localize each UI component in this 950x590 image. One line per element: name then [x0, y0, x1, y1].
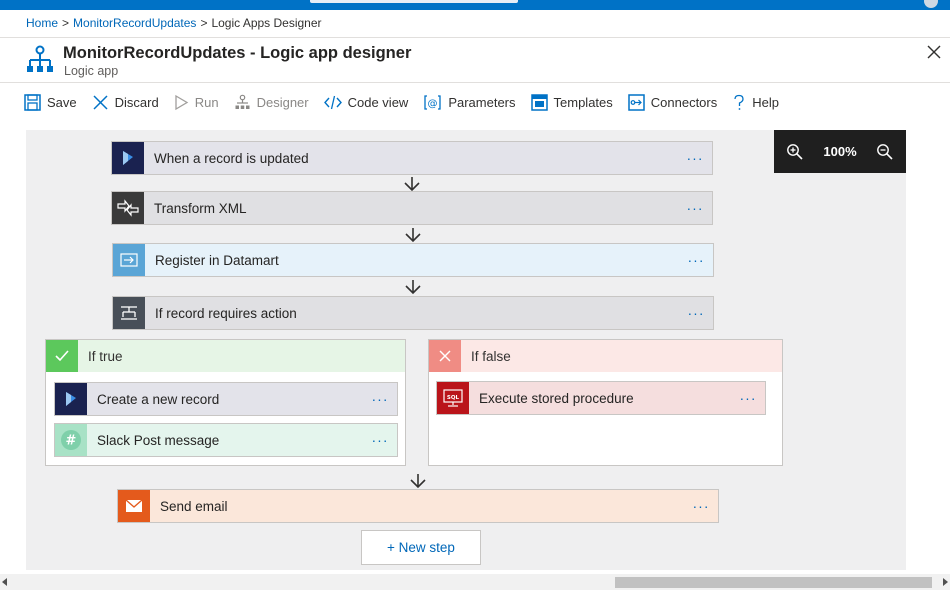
account-avatar[interactable] — [924, 0, 938, 8]
step-label: Create a new record — [97, 391, 220, 407]
save-label: Save — [47, 94, 77, 110]
parameters-label: Parameters — [448, 94, 516, 110]
zoom-in-icon[interactable] — [786, 143, 804, 161]
false-branch-label: If false — [471, 348, 511, 364]
zoom-control: 100% — [774, 130, 906, 173]
slack-icon: # — [55, 424, 87, 456]
templates-label: Templates — [553, 94, 613, 110]
help-button[interactable]: Help — [732, 94, 779, 111]
false-branch-header[interactable]: If false — [429, 340, 782, 372]
transform-icon — [112, 192, 144, 224]
step-label: Register in Datamart — [155, 252, 279, 268]
email-icon — [118, 490, 150, 522]
discard-icon — [93, 94, 108, 110]
zoom-level: 100% — [823, 144, 857, 159]
step-label: When a record is updated — [154, 150, 309, 166]
divider — [0, 82, 950, 83]
page-subtitle: Logic app — [64, 64, 119, 78]
true-branch-label: If true — [88, 348, 123, 364]
connectors-button[interactable]: Connectors — [628, 93, 718, 111]
run-label: Run — [194, 94, 219, 110]
condition-step[interactable]: If record requires action ··· — [112, 296, 714, 330]
save-button[interactable]: Save — [24, 93, 77, 111]
run-button[interactable]: Run — [174, 94, 219, 111]
templates-icon — [530, 93, 548, 111]
code-icon — [323, 95, 342, 109]
check-icon — [46, 340, 78, 372]
step-menu-button[interactable]: ··· — [678, 200, 712, 216]
trigger-step[interactable]: When a record is updated ··· — [111, 141, 713, 175]
transform-xml-step[interactable]: Transform XML ··· — [111, 191, 713, 225]
step-label: Send email — [160, 498, 228, 514]
step-menu-button[interactable]: ··· — [363, 391, 397, 407]
create-record-step[interactable]: Create a new record ··· — [54, 382, 398, 416]
arrow-down-icon — [405, 228, 421, 243]
svg-text:@: @ — [428, 98, 438, 109]
save-icon — [24, 93, 41, 111]
breadcrumb-separator: > — [200, 16, 208, 30]
breadcrumb: Home > MonitorRecordUpdates > Logic Apps Des… — [26, 16, 322, 30]
step-menu-button[interactable]: ··· — [684, 498, 718, 514]
global-search-bar[interactable] — [310, 0, 518, 3]
help-icon — [734, 94, 744, 110]
condition-icon — [113, 297, 145, 329]
designer-toolbar: Save Discard Run Designer Code view @ Pa… — [24, 90, 794, 114]
step-label: Slack Post message — [97, 432, 220, 448]
horizontal-scrollbar[interactable] — [0, 574, 950, 590]
execute-stored-procedure-step[interactable]: SQL Execute stored procedure ··· — [436, 381, 766, 415]
step-label: Transform XML — [154, 200, 247, 216]
svg-text:#: # — [66, 434, 77, 449]
step-menu-button[interactable]: ··· — [679, 252, 713, 268]
breadcrumb-home[interactable]: Home — [26, 16, 58, 30]
dynamics-icon — [112, 142, 144, 174]
breadcrumb-resource[interactable]: MonitorRecordUpdates — [73, 16, 196, 30]
designer-button[interactable]: Designer — [234, 94, 309, 111]
scroll-left-icon[interactable] — [2, 578, 7, 586]
breadcrumb-current: Logic Apps Designer — [211, 16, 322, 30]
true-branch-header[interactable]: If true — [46, 340, 405, 372]
logic-app-icon — [27, 45, 53, 72]
scrollbar-thumb[interactable] — [615, 577, 932, 588]
datamart-icon — [113, 244, 145, 276]
send-email-step[interactable]: Send email ··· — [117, 489, 719, 523]
sql-icon: SQL — [437, 382, 469, 414]
step-menu-button[interactable]: ··· — [731, 390, 765, 406]
parameters-icon: @ — [424, 94, 441, 110]
step-menu-button[interactable]: ··· — [363, 432, 397, 448]
arrow-down-icon — [410, 474, 426, 489]
connectors-icon — [628, 93, 645, 111]
designer-label: Designer — [256, 94, 309, 110]
discard-button[interactable]: Discard — [92, 94, 159, 111]
new-step-button[interactable]: + New step — [361, 530, 481, 565]
portal-top-bar — [0, 0, 950, 10]
code-view-button[interactable]: Code view — [323, 94, 409, 111]
parameters-button[interactable]: @ Parameters — [423, 94, 516, 111]
help-label: Help — [752, 94, 779, 110]
step-label: If record requires action — [155, 305, 297, 321]
step-menu-button[interactable]: ··· — [678, 150, 712, 166]
arrow-down-icon — [404, 177, 420, 192]
breadcrumb-separator: > — [62, 16, 70, 30]
divider — [0, 37, 950, 38]
connectors-label: Connectors — [650, 94, 718, 110]
zoom-out-icon[interactable] — [876, 143, 894, 161]
templates-button[interactable]: Templates — [530, 93, 613, 111]
step-label: Execute stored procedure — [479, 390, 634, 406]
discard-label: Discard — [114, 94, 159, 110]
code-view-label: Code view — [347, 94, 409, 110]
step-menu-button[interactable]: ··· — [679, 305, 713, 321]
dynamics-icon — [55, 383, 87, 415]
svg-text:SQL: SQL — [447, 395, 460, 401]
arrow-down-icon — [405, 280, 421, 295]
slack-post-step[interactable]: # Slack Post message ··· — [54, 423, 398, 457]
page-title: MonitorRecordUpdates - Logic app designe… — [63, 44, 412, 62]
cross-icon — [429, 340, 461, 372]
designer-icon — [235, 94, 250, 109]
play-icon — [175, 94, 188, 110]
close-icon[interactable] — [924, 42, 944, 62]
register-datamart-step[interactable]: Register in Datamart ··· — [112, 243, 714, 277]
scroll-right-icon[interactable] — [943, 578, 948, 586]
